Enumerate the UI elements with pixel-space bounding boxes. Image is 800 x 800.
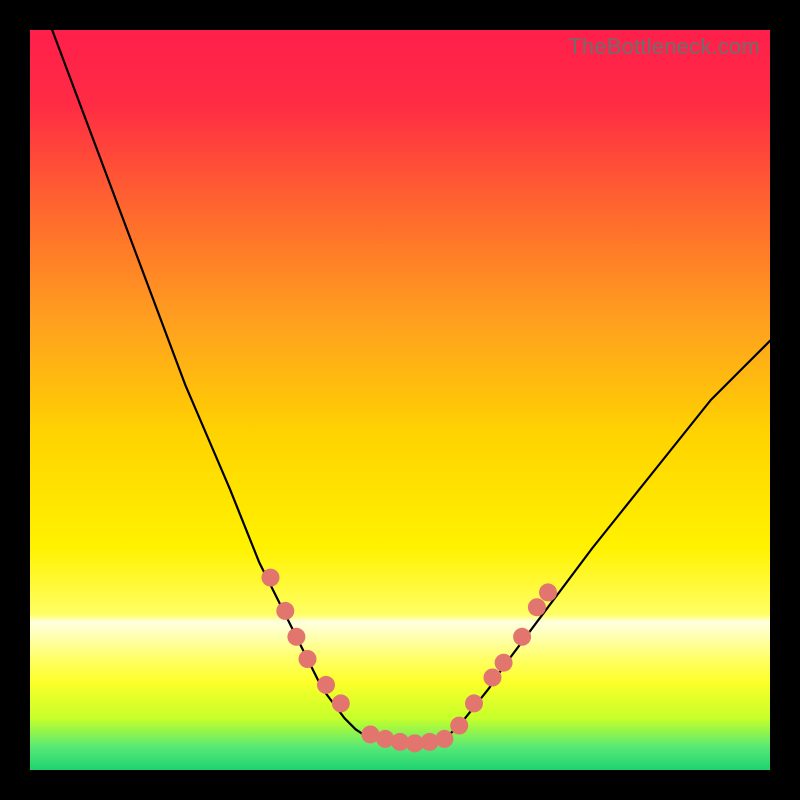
- marker-point: [450, 717, 468, 735]
- marker-point: [465, 694, 483, 712]
- marker-point: [332, 694, 350, 712]
- marker-point: [484, 669, 502, 687]
- curve-markers: [262, 569, 558, 753]
- marker-point: [539, 583, 557, 601]
- series-left-curve: [52, 30, 378, 740]
- marker-point: [435, 730, 453, 748]
- marker-point: [421, 733, 439, 751]
- curve-layer: [30, 30, 770, 770]
- marker-point: [513, 628, 531, 646]
- marker-point: [495, 654, 513, 672]
- marker-point: [276, 602, 294, 620]
- marker-point: [262, 569, 280, 587]
- marker-point: [317, 676, 335, 694]
- chart-frame: TheBottleneck.com: [0, 0, 800, 800]
- marker-point: [528, 598, 546, 616]
- plot-area: TheBottleneck.com: [30, 30, 770, 770]
- marker-point: [376, 730, 394, 748]
- bottleneck-curve: [52, 30, 770, 744]
- marker-point: [299, 650, 317, 668]
- marker-point: [287, 628, 305, 646]
